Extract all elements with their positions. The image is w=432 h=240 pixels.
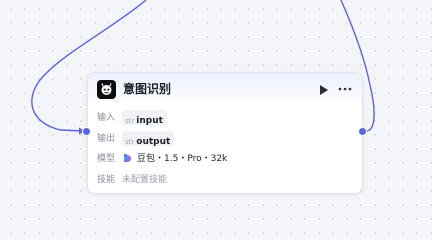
run-button[interactable]: [319, 84, 329, 96]
output-variable-tag: str output: [122, 131, 175, 147]
input-variable-name: input: [136, 116, 163, 126]
input-port-handle[interactable]: [82, 127, 91, 136]
skills-label: 技能: [97, 175, 116, 185]
input-type: str: [125, 117, 135, 125]
skills-value: 未配置技能: [122, 175, 168, 185]
output-port-handle[interactable]: [358, 127, 367, 136]
output-variable-name: output: [136, 137, 171, 147]
output-row: 输出 str output: [97, 131, 347, 147]
model-label: 模型: [97, 154, 116, 164]
node-title: 意图识别: [123, 82, 172, 96]
model-row: 模型 豆包・1.5・Pro・32k: [97, 151, 347, 167]
intent-recognition-node[interactable]: 意图识别 输入 str input 输出 str output 模型 豆包・1.5・…: [87, 72, 363, 194]
robot-icon: [97, 80, 116, 99]
doubao-logo-icon: [124, 154, 131, 162]
more-options-button[interactable]: [337, 82, 353, 96]
output-label: 输出: [97, 134, 116, 144]
node-header: 意图识别: [88, 73, 362, 107]
input-label: 输入: [97, 113, 116, 123]
model-name: 豆包・1.5・Pro・32k: [137, 154, 228, 164]
skills-row: 技能 未配置技能: [97, 172, 347, 188]
input-row: 输入 str input: [97, 110, 347, 126]
input-variable-tag: str input: [122, 110, 167, 126]
output-type: str: [125, 138, 135, 146]
